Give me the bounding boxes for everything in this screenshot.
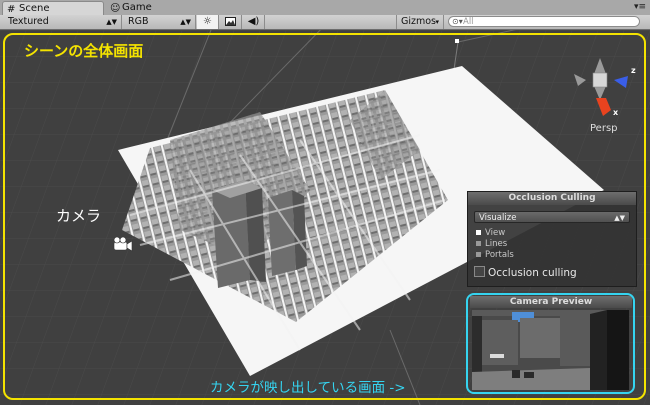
option-dot-icon bbox=[476, 230, 481, 235]
option-view[interactable]: View bbox=[476, 228, 505, 238]
annotation-frame-camera-preview bbox=[466, 293, 635, 394]
skybox-toggle-button[interactable] bbox=[220, 15, 242, 29]
scene-toolbar: Textured ▲▼ RGB ▲▼ ☼ ◀) Gizmos ▾ ⊙▾ All bbox=[0, 15, 650, 30]
option-portals-label: Portals bbox=[485, 250, 514, 260]
dropdown-arrow-icon: ▲▼ bbox=[614, 214, 625, 222]
checkbox-icon bbox=[474, 266, 485, 277]
option-view-label: View bbox=[485, 228, 506, 238]
speaker-icon: ◀) bbox=[247, 16, 260, 27]
game-icon: ☺ bbox=[110, 3, 121, 14]
tab-game-label: Game bbox=[122, 2, 152, 13]
option-lines[interactable]: Lines bbox=[476, 239, 507, 249]
annotation-camera-view: カメラが映し出している画面 -> bbox=[210, 380, 406, 396]
option-dot-icon bbox=[476, 241, 481, 246]
color-mode-value: RGB bbox=[128, 16, 149, 27]
dropdown-arrow-icon: ▲▼ bbox=[106, 18, 117, 26]
gizmos-dropdown[interactable]: Gizmos ▾ bbox=[396, 15, 444, 29]
occlusion-culling-checkbox[interactable]: Occlusion culling bbox=[474, 266, 577, 280]
dropdown-arrow-icon: ▾ bbox=[435, 18, 439, 26]
gizmos-label: Gizmos bbox=[401, 16, 437, 27]
visualize-dropdown[interactable]: Visualize ▲▼ bbox=[474, 211, 630, 223]
search-placeholder: All bbox=[463, 17, 474, 27]
color-mode-dropdown[interactable]: RGB ▲▼ bbox=[124, 15, 196, 29]
option-dot-icon bbox=[476, 252, 481, 257]
editor-tab-bar: # Scene ☺ Game ▾≡ bbox=[0, 0, 650, 16]
option-portals[interactable]: Portals bbox=[476, 250, 514, 260]
sun-icon: ☼ bbox=[203, 16, 212, 27]
audio-toggle-button[interactable]: ◀) bbox=[243, 15, 265, 29]
image-icon bbox=[225, 17, 236, 26]
tab-scene[interactable]: # Scene bbox=[2, 1, 104, 15]
occlusion-culling-checkbox-label: Occlusion culling bbox=[488, 267, 577, 279]
tab-game[interactable]: ☺ Game bbox=[106, 1, 186, 15]
occlusion-culling-panel: Occlusion Culling Visualize ▲▼ View Line… bbox=[467, 191, 637, 287]
search-icon: ⊙▾ bbox=[452, 17, 463, 26]
option-lines-label: Lines bbox=[485, 239, 508, 249]
dropdown-arrow-icon: ▲▼ bbox=[180, 18, 191, 26]
annotation-camera: カメラ bbox=[56, 207, 102, 225]
render-mode-value: Textured bbox=[8, 16, 49, 27]
scene-search-input[interactable]: ⊙▾ All bbox=[448, 16, 640, 27]
visualize-value: Visualize bbox=[479, 213, 517, 223]
occlusion-culling-title: Occlusion Culling bbox=[468, 192, 636, 205]
tab-scene-label: Scene bbox=[19, 3, 50, 14]
annotation-scene-overview: シーンの全体画面 bbox=[24, 42, 144, 60]
render-mode-dropdown[interactable]: Textured ▲▼ bbox=[4, 15, 122, 29]
window-menu-icon[interactable]: ▾≡ bbox=[634, 1, 646, 13]
lighting-toggle-button[interactable]: ☼ bbox=[197, 15, 219, 29]
